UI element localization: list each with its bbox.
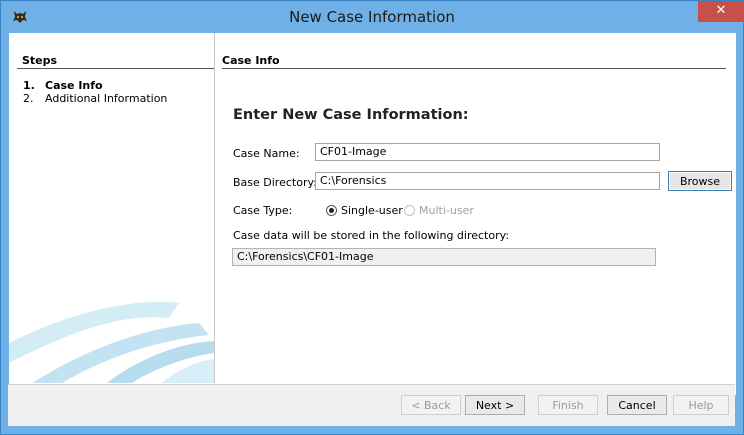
base-directory-label: Base Directory: [233, 176, 317, 189]
finish-button: Finish [538, 395, 598, 415]
multi-user-radio [404, 205, 415, 216]
decorative-swoosh-graphic [9, 302, 214, 383]
cancel-button[interactable]: Cancel [607, 395, 667, 415]
page-heading: Enter New Case Information: [233, 107, 469, 123]
wizard-content: Steps 1. Case Info 2. Additional Informati… [9, 33, 736, 395]
step-number: 1. [23, 79, 35, 92]
steps-divider [17, 68, 214, 69]
section-title: Case Info [222, 54, 280, 67]
next-button[interactable]: Next > [465, 395, 525, 415]
window-bottom-border [8, 426, 735, 427]
case-type-label: Case Type: [233, 204, 293, 217]
steps-title: Steps [22, 54, 58, 67]
storage-path-field: C:\Forensics\CF01-Image [232, 248, 656, 266]
case-name-input[interactable]: CF01-Image [315, 143, 660, 161]
multi-user-label: Multi-user [419, 204, 474, 217]
section-divider [222, 68, 726, 69]
step-label: Additional Information [45, 92, 168, 105]
base-directory-input[interactable]: C:\Forensics [315, 172, 660, 190]
steps-panel: Steps 1. Case Info 2. Additional Informati… [9, 33, 215, 383]
wizard-footer: < Back Next > Finish Cancel Help [8, 384, 735, 427]
storage-note: Case data will be stored in the followin… [233, 229, 510, 242]
step-label: Case Info [45, 79, 103, 92]
case-info-panel: Case Info Enter New Case Information: Ca… [222, 33, 736, 383]
close-button[interactable]: ✕ [698, 1, 744, 22]
step-additional-information: 2. Additional Information [23, 92, 167, 105]
step-number: 2. [23, 92, 34, 105]
back-button: < Back [401, 395, 461, 415]
single-user-label[interactable]: Single-user [341, 204, 403, 217]
browse-button[interactable]: Browse [668, 171, 732, 191]
step-case-info: 1. Case Info [23, 79, 103, 92]
dialog-window: New Case Information ✕ Steps 1. Case Info… [0, 0, 744, 435]
window-title: New Case Information [289, 8, 455, 26]
case-name-label: Case Name: [233, 147, 300, 160]
title-bar[interactable]: New Case Information ✕ [1, 1, 744, 33]
help-button: Help [673, 395, 729, 415]
single-user-radio[interactable] [326, 205, 337, 216]
